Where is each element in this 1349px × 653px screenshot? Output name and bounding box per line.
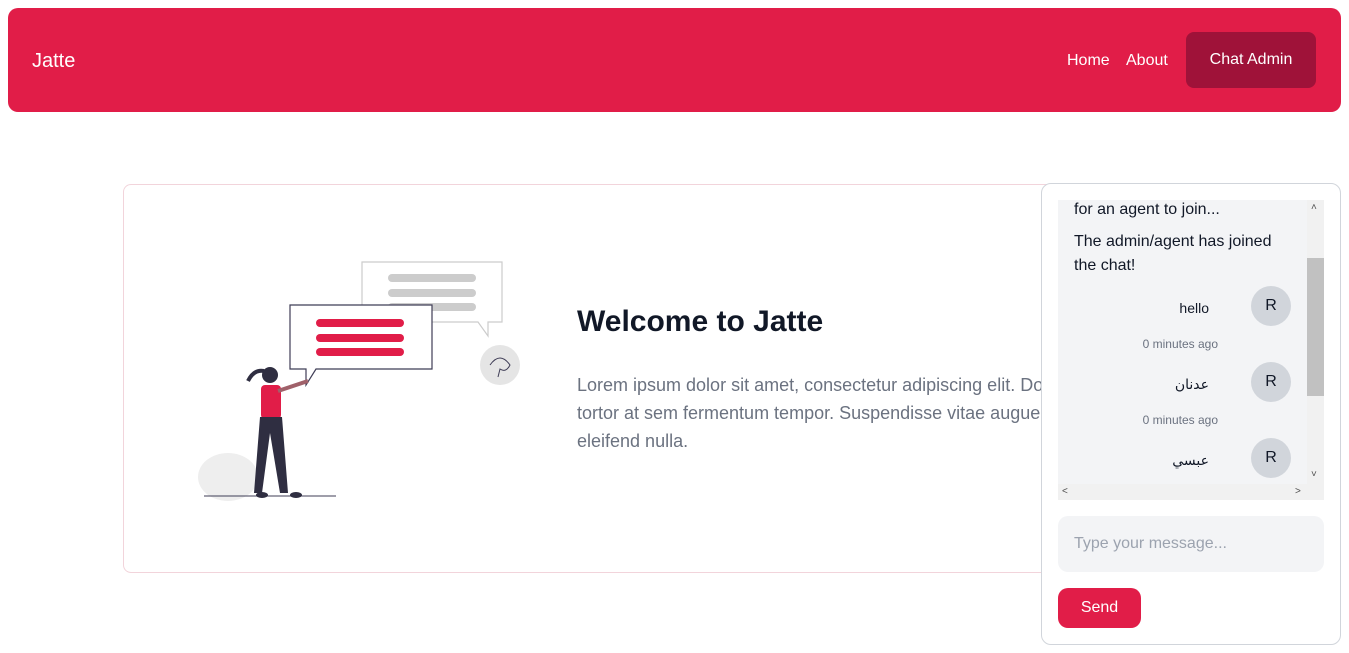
- avatar: R: [1251, 438, 1291, 478]
- chat-admin-button[interactable]: Chat Admin: [1186, 32, 1316, 88]
- nav-link-home[interactable]: Home: [1067, 52, 1110, 70]
- scrollbar-thumb[interactable]: [1307, 258, 1324, 396]
- welcome-card: Welcome to Jatte Lorem ipsum dolor sit a…: [123, 184, 1123, 573]
- system-message: for an agent to join...: [1074, 201, 1220, 218]
- message-time: 0 minutes ago: [1142, 337, 1218, 351]
- welcome-text-line: eleifend nulla.: [577, 431, 689, 451]
- navbar: Jatte Home About Chat Admin: [8, 8, 1341, 112]
- chevron-right-icon[interactable]: ˃: [1295, 487, 1301, 497]
- chat-widget: for an agent to join... The admin/agent …: [1041, 183, 1341, 645]
- chat-illustration: [198, 261, 520, 501]
- message-time: 0 minutes ago: [1142, 413, 1218, 427]
- message-input[interactable]: [1058, 516, 1324, 572]
- system-message: The admin/agent has joined the chat!: [1074, 233, 1272, 274]
- avatar: R: [1251, 362, 1291, 402]
- send-button[interactable]: Send: [1058, 588, 1141, 628]
- chevron-left-icon[interactable]: ˂: [1062, 487, 1068, 497]
- horizontal-scrollbar[interactable]: ˂ ˃: [1058, 484, 1324, 500]
- welcome-title: Welcome to Jatte: [577, 305, 824, 338]
- message-text: عبسي: [1172, 452, 1209, 468]
- welcome-text-line: tortor at sem fermentum tempor. Suspendi…: [577, 403, 1041, 423]
- message-text: عدنان: [1174, 376, 1209, 392]
- welcome-text: Lorem ipsum dolor sit amet, consectetur …: [577, 371, 1097, 455]
- chevron-down-icon[interactable]: ˅: [1311, 470, 1317, 480]
- brand-logo-link[interactable]: Jatte: [32, 50, 75, 73]
- nav-link-about[interactable]: About: [1126, 52, 1168, 70]
- welcome-text-line: Lorem ipsum dolor sit amet, consectetur …: [577, 375, 1044, 395]
- chevron-up-icon[interactable]: ˄: [1311, 203, 1317, 213]
- avatar: R: [1251, 286, 1291, 326]
- vertical-scrollbar[interactable]: ˄ ˅: [1307, 200, 1324, 484]
- message-text: hello: [1179, 300, 1209, 316]
- chat-log[interactable]: for an agent to join... The admin/agent …: [1058, 200, 1324, 500]
